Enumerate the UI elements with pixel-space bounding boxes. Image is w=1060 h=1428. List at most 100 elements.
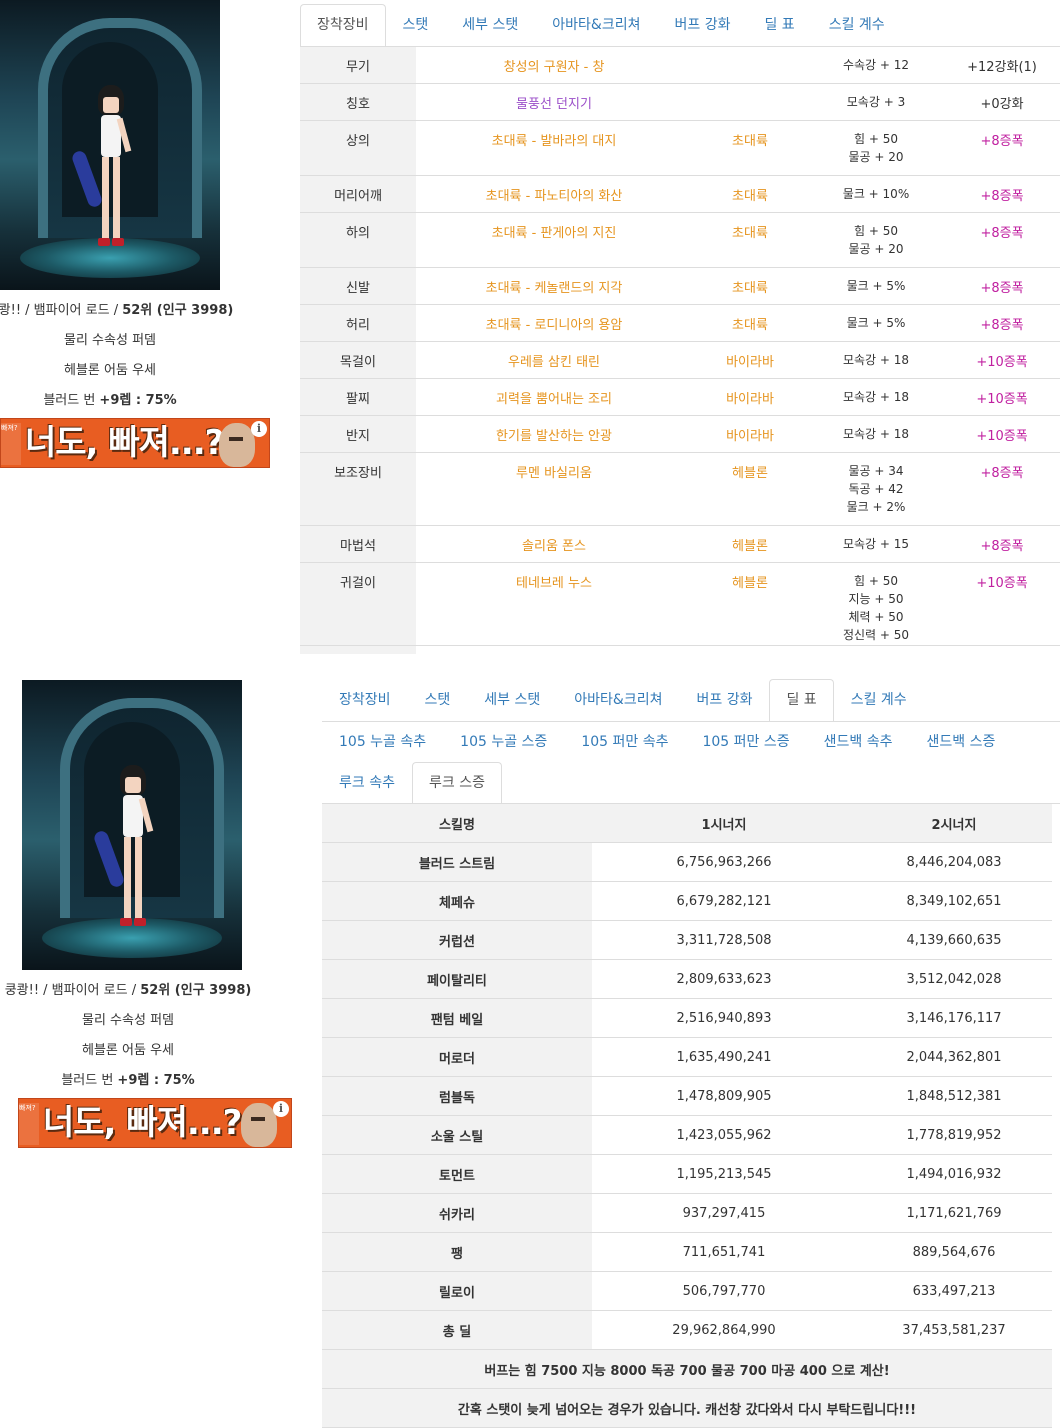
damage-row: 체페슈 6,679,282,121 8,349,102,651 [322, 881, 1052, 921]
damage-skill-name: 총 딜 [322, 1310, 592, 1350]
equip-tab-4[interactable]: 버프 강화 [657, 4, 747, 47]
damage-row: 팬텀 베일 2,516,940,893 3,146,176,117 [322, 998, 1052, 1038]
equipment-name[interactable]: 물풍선 던지기 [416, 83, 692, 121]
damage-tab-1[interactable]: 스탯 [408, 679, 468, 722]
equipment-option: 물크 + 2% [846, 500, 906, 514]
equipment-set: 초대륙 [692, 212, 808, 268]
damage-synergy2: 1,494,016,932 [856, 1154, 1052, 1194]
equipment-name[interactable]: 창성의 구원자 - 창 [416, 46, 692, 84]
ad-side-label: 빠져? [1, 423, 21, 465]
equipment-name[interactable]: 초대륙 - 발바라의 대지 [416, 120, 692, 176]
ad-face-image-2 [241, 1103, 277, 1147]
damage-note-row: 간혹 스탯이 늦게 넘어오는 경우가 있습니다. 캐선창 갔다와서 다시 부탁드… [322, 1388, 1052, 1428]
equipment-set: 초대륙 [692, 175, 808, 213]
equipment-option: 독공 + 42 [848, 482, 904, 496]
damage-tab-4[interactable]: 버프 강화 [679, 679, 769, 722]
equipment-option: 물공 + 34 [848, 464, 904, 478]
equipment-option: 정신력 + 50 [842, 628, 910, 642]
equipment-row: 신발 초대륙 - 케놀랜드의 지각 초대륙 물크 + 5% +8증폭 [300, 267, 1060, 305]
equipment-name[interactable]: 초대륙 - 판게아의 지진 [416, 212, 692, 268]
damage-synergy2: 2,044,362,801 [856, 1037, 1052, 1077]
equipment-options: 모속강 + 18 [808, 341, 944, 379]
ad-text: 너도, 빠져...? [25, 423, 224, 463]
equip-tab-5[interactable]: 딜 표 [747, 4, 811, 47]
damage-skill-name: 체페슈 [322, 881, 592, 921]
equipment-name[interactable]: 초대륙 - 로디니아의 용암 [416, 304, 692, 342]
ad-banner[interactable]: 빠져? 너도, 빠져...? i [0, 418, 270, 468]
equipment-name[interactable]: 테네브레 누스 [416, 562, 692, 654]
damage-row: 토먼트 1,195,213,545 1,494,016,932 [322, 1154, 1052, 1194]
subtab-subtabs_row1-1[interactable]: 105 누골 스증 [443, 721, 564, 762]
subtab-subtabs_row1-5[interactable]: 샌드백 스증 [909, 721, 1012, 762]
equipment-set [692, 46, 808, 84]
equipment-slot: 신발 [300, 267, 416, 305]
damage-skill-name: 소울 스틸 [322, 1115, 592, 1155]
equipment-option: 수속강 + 12 [842, 58, 910, 72]
equipment-reinforce: +8증폭 [944, 304, 1060, 342]
equipment-name[interactable]: 솔리움 폰스 [416, 525, 692, 563]
subtab-subtabs_row1-2[interactable]: 105 퍼만 속추 [564, 721, 685, 762]
subtab-subtabs_row2-1[interactable]: 루크 스증 [411, 762, 502, 805]
damage-tab-5[interactable]: 딜 표 [769, 679, 834, 721]
damage-tab-3[interactable]: 아바타&크리쳐 [557, 679, 679, 722]
equip-tab-6[interactable]: 스킬 계수 [812, 4, 902, 47]
damage-header-0: 스킬명 [322, 803, 592, 843]
damage-synergy1: 2,516,940,893 [592, 998, 856, 1038]
equip-tab-2[interactable]: 세부 스탯 [445, 4, 535, 47]
equipment-option: 모속강 + 18 [842, 353, 910, 367]
equipment-option: 체력 + 50 [848, 610, 904, 624]
equipment-option: 힘 + 50 [854, 224, 898, 238]
equipment-slot: 마법석 [300, 525, 416, 563]
damage-synergy1: 2,809,633,623 [592, 959, 856, 999]
equipment-reinforce: +10증폭 [944, 562, 1060, 654]
ad-banner-2[interactable]: 빠져? 너도, 빠져...? i [18, 1098, 292, 1148]
equipment-options: 물크 + 10% [808, 175, 944, 213]
subtab-subtabs_row1-3[interactable]: 105 퍼만 스증 [685, 721, 806, 762]
character-image [0, 0, 220, 290]
equipment-reinforce: +0강화 [944, 83, 1060, 121]
equip-tab-1[interactable]: 스탯 [386, 4, 446, 47]
damage-synergy1: 6,756,963,266 [592, 842, 856, 882]
equipment-slot: 목걸이 [300, 341, 416, 379]
damage-tabs: 장착장비 스탯 세부 스탯 아바타&크리쳐 버프 강화 딜 표 스킬 계수 [322, 679, 1060, 722]
subtab-subtabs_row2-0[interactable]: 루크 속추 [322, 762, 412, 803]
damage-skill-name: 럼블독 [322, 1076, 592, 1116]
damage-tab-0[interactable]: 장착장비 [322, 679, 408, 722]
equipment-options: 모속강 + 18 [808, 378, 944, 416]
subtab-subtabs_row1-0[interactable]: 105 누골 속추 [322, 721, 443, 762]
equipment-name[interactable]: 한기를 발산하는 안광 [416, 415, 692, 453]
damage-note2: 간혹 스탯이 늦게 넘어오는 경우가 있습니다. 캐선창 갔다와서 다시 부탁드… [322, 1388, 1052, 1428]
equipment-row: 허리 초대륙 - 로디니아의 용암 초대륙 물크 + 5% +8증폭 [300, 304, 1060, 342]
damage-header-2: 2시너지 [856, 803, 1052, 843]
equipment-set: 헤블론 [692, 562, 808, 654]
damage-tab-6[interactable]: 스킬 계수 [834, 679, 924, 722]
equipment-row: 보조장비 루멘 바실리움 헤블론 물공 + 34 독공 + 42 물크 + 2% +8증폭 [300, 452, 1060, 526]
ad-info-icon[interactable]: i [251, 421, 267, 437]
damage-tab-2[interactable]: 세부 스탯 [467, 679, 557, 722]
equipment-name[interactable]: 초대륙 - 파노티아의 화산 [416, 175, 692, 213]
equipment-tabs: 장착장비 스탯 세부 스탯 아바타&크리쳐 버프 강화 딜 표 스킬 계수 [300, 4, 1060, 47]
subtab-subtabs_row1-4[interactable]: 샌드백 속추 [807, 721, 910, 762]
equipment-options: 힘 + 50 물공 + 20 [808, 120, 944, 176]
damage-synergy1: 1,635,490,241 [592, 1037, 856, 1077]
character-weapon-desc-2: 물리 수속성 퍼뎀 [82, 1013, 174, 1028]
equipment-option: 모속강 + 15 [842, 537, 910, 551]
equipment-slot: 반지 [300, 415, 416, 453]
equipment-option: 모속강 + 18 [842, 427, 910, 441]
equipment-set: 바이라바 [692, 378, 808, 416]
equipment-name[interactable]: 우레를 삼킨 태린 [416, 341, 692, 379]
damage-synergy2: 1,778,819,952 [856, 1115, 1052, 1155]
damage-synergy1: 6,679,282,121 [592, 881, 856, 921]
equip-tab-3[interactable]: 아바타&크리쳐 [535, 4, 657, 47]
damage-row: 커럽션 3,311,728,508 4,139,660,635 [322, 920, 1052, 960]
character-skill-level-2: 블러드 번 +9렙 : 75% [61, 1073, 195, 1088]
equipment-row: 팔찌 괴력을 뿜어내는 조리 바이라바 모속강 + 18 +10증폭 [300, 378, 1060, 416]
equipment-set: 바이라바 [692, 341, 808, 379]
damage-synergy1: 3,311,728,508 [592, 920, 856, 960]
equipment-name[interactable]: 루멘 바실리움 [416, 452, 692, 526]
equipment-option: 지능 + 50 [848, 592, 904, 606]
equipment-name[interactable]: 괴력을 뿜어내는 조리 [416, 378, 692, 416]
equip-tab-0[interactable]: 장착장비 [300, 4, 386, 46]
ad-info-icon-2[interactable]: i [273, 1101, 289, 1117]
equipment-name[interactable]: 초대륙 - 케놀랜드의 지각 [416, 267, 692, 305]
